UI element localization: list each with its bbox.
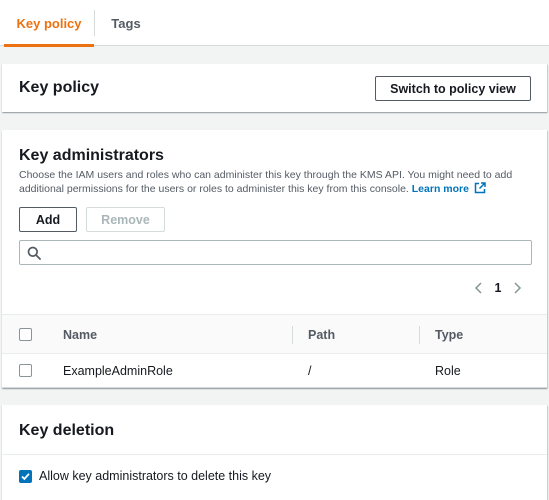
column-header-name[interactable]: Name [63,315,97,355]
allow-delete-checkbox[interactable] [19,470,32,483]
tab-divider [94,10,95,36]
key-policy-title: Key policy [19,79,100,96]
key-administrators-panel: Key administrators Choose the IAM users … [2,130,547,388]
column-separator [292,326,293,344]
tab-key-policy[interactable]: Key policy [4,0,94,47]
switch-to-policy-view-button[interactable]: Switch to policy view [375,76,531,101]
tab-bar: Key policy Tags [0,0,549,47]
page-number-current[interactable]: 1 [486,281,510,295]
table-header: Name Path Type [2,314,547,354]
chevron-right-icon[interactable] [510,278,524,298]
table-row[interactable]: ExampleAdminRole / Role [2,354,547,388]
row-path: / [308,364,312,378]
row-type: Role [435,364,461,378]
column-separator [419,326,420,344]
search-box[interactable] [19,240,532,265]
row-checkbox[interactable] [19,364,32,377]
key-administrators-description: Choose the IAM users and roles who can a… [19,168,519,198]
key-deletion-title: Key deletion [19,422,115,439]
search-icon [27,246,41,260]
key-deletion-panel: Key deletion Allow key administrators to… [2,405,547,500]
chevron-left-icon[interactable] [472,278,486,298]
add-button[interactable]: Add [19,207,77,232]
key-administrators-title: Key administrators [19,147,164,164]
tab-tags[interactable]: Tags [96,0,156,46]
column-header-type[interactable]: Type [435,315,463,355]
row-name: ExampleAdminRole [63,364,173,378]
search-input[interactable] [48,243,526,262]
key-policy-panel: Key policy Switch to policy view [2,64,547,112]
divider [2,454,547,455]
column-header-path[interactable]: Path [308,315,335,355]
remove-button[interactable]: Remove [86,207,165,232]
select-all-checkbox[interactable] [19,328,32,341]
allow-delete-label[interactable]: Allow key administrators to delete this … [39,469,271,483]
external-link-icon [474,182,486,198]
learn-more-link[interactable]: Learn more [412,182,486,198]
pagination: 1 [472,278,524,298]
